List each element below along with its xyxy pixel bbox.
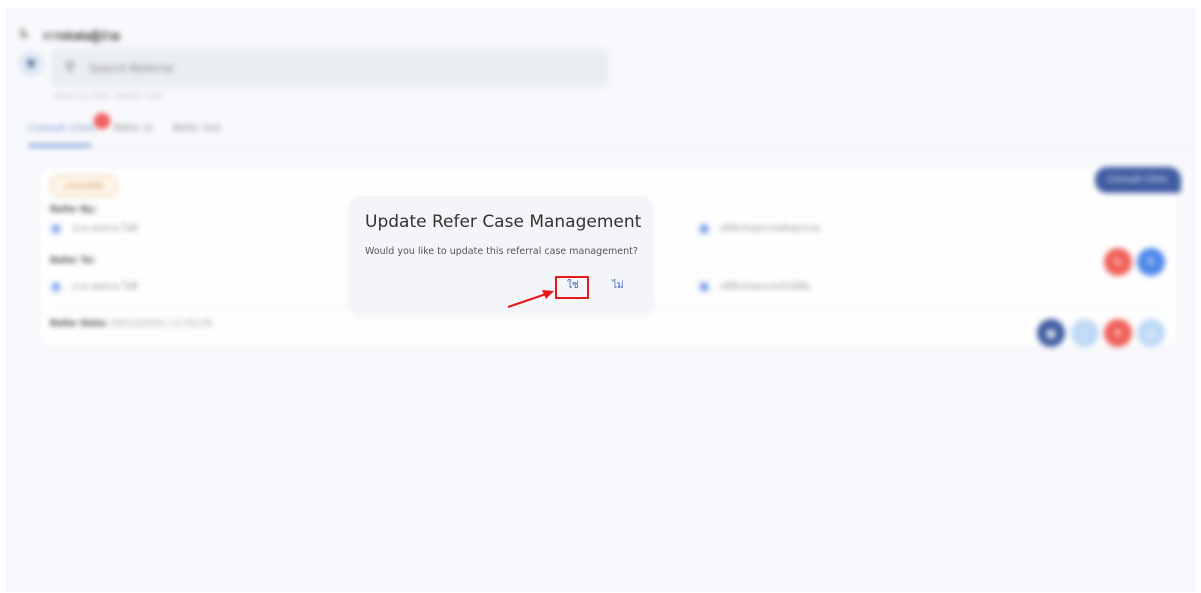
highlight-box [555,276,589,299]
hospital-icon: ■ [698,222,710,235]
refer-by-hospital: คลินิกกันตกรรมทันตกรรม [720,224,821,234]
refer-by-row: ● นาย สมชาย ใจดี [50,221,138,235]
dialog-title: Update Refer Case Management [365,212,642,232]
search-icon: ⚲ [65,60,75,75]
edit-refer-button[interactable]: ✎ [1137,248,1165,276]
chat-icon: ◌ [1079,326,1091,340]
cancel-refer-button[interactable]: ↻ [1104,248,1132,276]
hospital-icon: ■ [698,280,710,293]
refer-to-value: นาย สมชาย ใจดี [72,282,138,292]
tabs-divider [28,148,1196,149]
wheelchair-icon: ♿ [18,26,31,42]
person-icon: ● [50,222,62,235]
tab-refer-in[interactable]: Refer In [114,123,153,134]
close-icon: ✕ [1112,326,1124,340]
refer-to-row: ● นาย สมชาย ใจดี [50,279,138,293]
search-input[interactable] [89,59,569,77]
card-type-tag: Consult Clinic [1095,167,1181,193]
refer-to-label: Refer To: [50,256,96,266]
refer-date-label: Refer Date: [50,319,109,329]
refer-date-value: 24/12/2024 | 11:52:29 [111,319,213,329]
refer-by-hospital-row: ■ คลินิกกันตกรรมทันตกรรม [698,221,821,235]
confirm-dialog: Update Refer Case Management Would you l… [349,196,653,315]
chat-button[interactable]: ◌ [1071,319,1099,347]
refer-date-row: Refer Date: 24/12/2024 | 11:52:29 [50,319,212,329]
view-button[interactable]: ◎ [1137,319,1165,347]
edit-icon: ✎ [1145,255,1157,269]
search-hint: Search by name, hospital name [53,92,165,100]
active-tab-indicator [28,144,91,147]
dialog-message: Would you like to update this referral c… [365,246,638,257]
tab-consult-clinic[interactable]: Consult Clinic [28,123,96,134]
refresh-icon: ↻ [1112,255,1124,269]
tab-refer-out[interactable]: Refer Out [173,123,221,134]
search-box[interactable]: ⚲ [51,48,609,88]
annotation-arrow [507,290,554,309]
page-title: การส่งต่อผู้ป่วย [43,29,121,43]
person-icon: ● [50,280,62,293]
document-icon: ▣ [1045,326,1057,340]
notification-badge: 1 [94,113,110,129]
status-badge: consulted [50,175,118,197]
filter-icon: ▼ [26,57,36,71]
document-button[interactable]: ▣ [1037,319,1065,347]
view-icon: ◎ [1145,326,1157,340]
refer-by-value: นาย สมชาย ใจดี [72,224,138,234]
refer-by-label: Refer By: [50,205,97,215]
filter-button[interactable]: ▼ [18,51,44,77]
no-button[interactable]: ไม่ [612,278,624,293]
refer-to-hospital: คลินิกกันตกรรมรักษ์ฟัน [720,282,811,292]
refer-to-hospital-row: ■ คลินิกกันตกรรมรักษ์ฟัน [698,279,810,293]
delete-button[interactable]: ✕ [1104,319,1132,347]
